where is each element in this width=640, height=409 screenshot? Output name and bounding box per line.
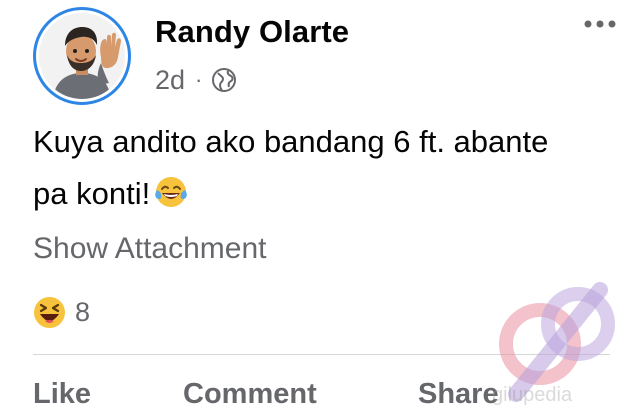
meta-separator: · [195,67,203,92]
post-meta: 2d · [155,62,237,98]
like-button[interactable]: Like [33,378,91,409]
watermark-logo [496,276,636,409]
comment-button[interactable]: Comment [183,378,317,409]
reaction-summary[interactable]: 8 [33,296,90,329]
share-button[interactable]: Share [418,378,499,409]
author-avatar[interactable] [33,7,131,105]
more-options-button[interactable] [580,10,620,40]
divider [33,354,610,355]
facebook-post: Randy Olarte 2d · Kuya andito ako bandan… [0,0,640,409]
author-name[interactable]: Randy Olarte [155,14,349,50]
post-text-line-2-wrap: pa konti! [33,168,623,220]
watermark-text: gilupedia [492,384,573,406]
memoji-avatar-icon [39,13,125,99]
post-text: Kuya andito ako bandang 6 ft. abante pa … [33,116,623,220]
post-timestamp[interactable]: 2d [155,65,185,96]
post-text-line-1: Kuya andito ako bandang 6 ft. abante [33,124,549,159]
more-horizontal-icon [583,16,617,34]
tears-of-joy-emoji-icon [153,174,189,210]
globe-icon[interactable] [211,67,237,93]
laughing-squint-reaction-icon [33,296,66,329]
post-text-line-2: pa konti! [33,176,151,211]
show-attachment-link[interactable]: Show Attachment [33,232,266,266]
reaction-count: 8 [75,297,91,327]
